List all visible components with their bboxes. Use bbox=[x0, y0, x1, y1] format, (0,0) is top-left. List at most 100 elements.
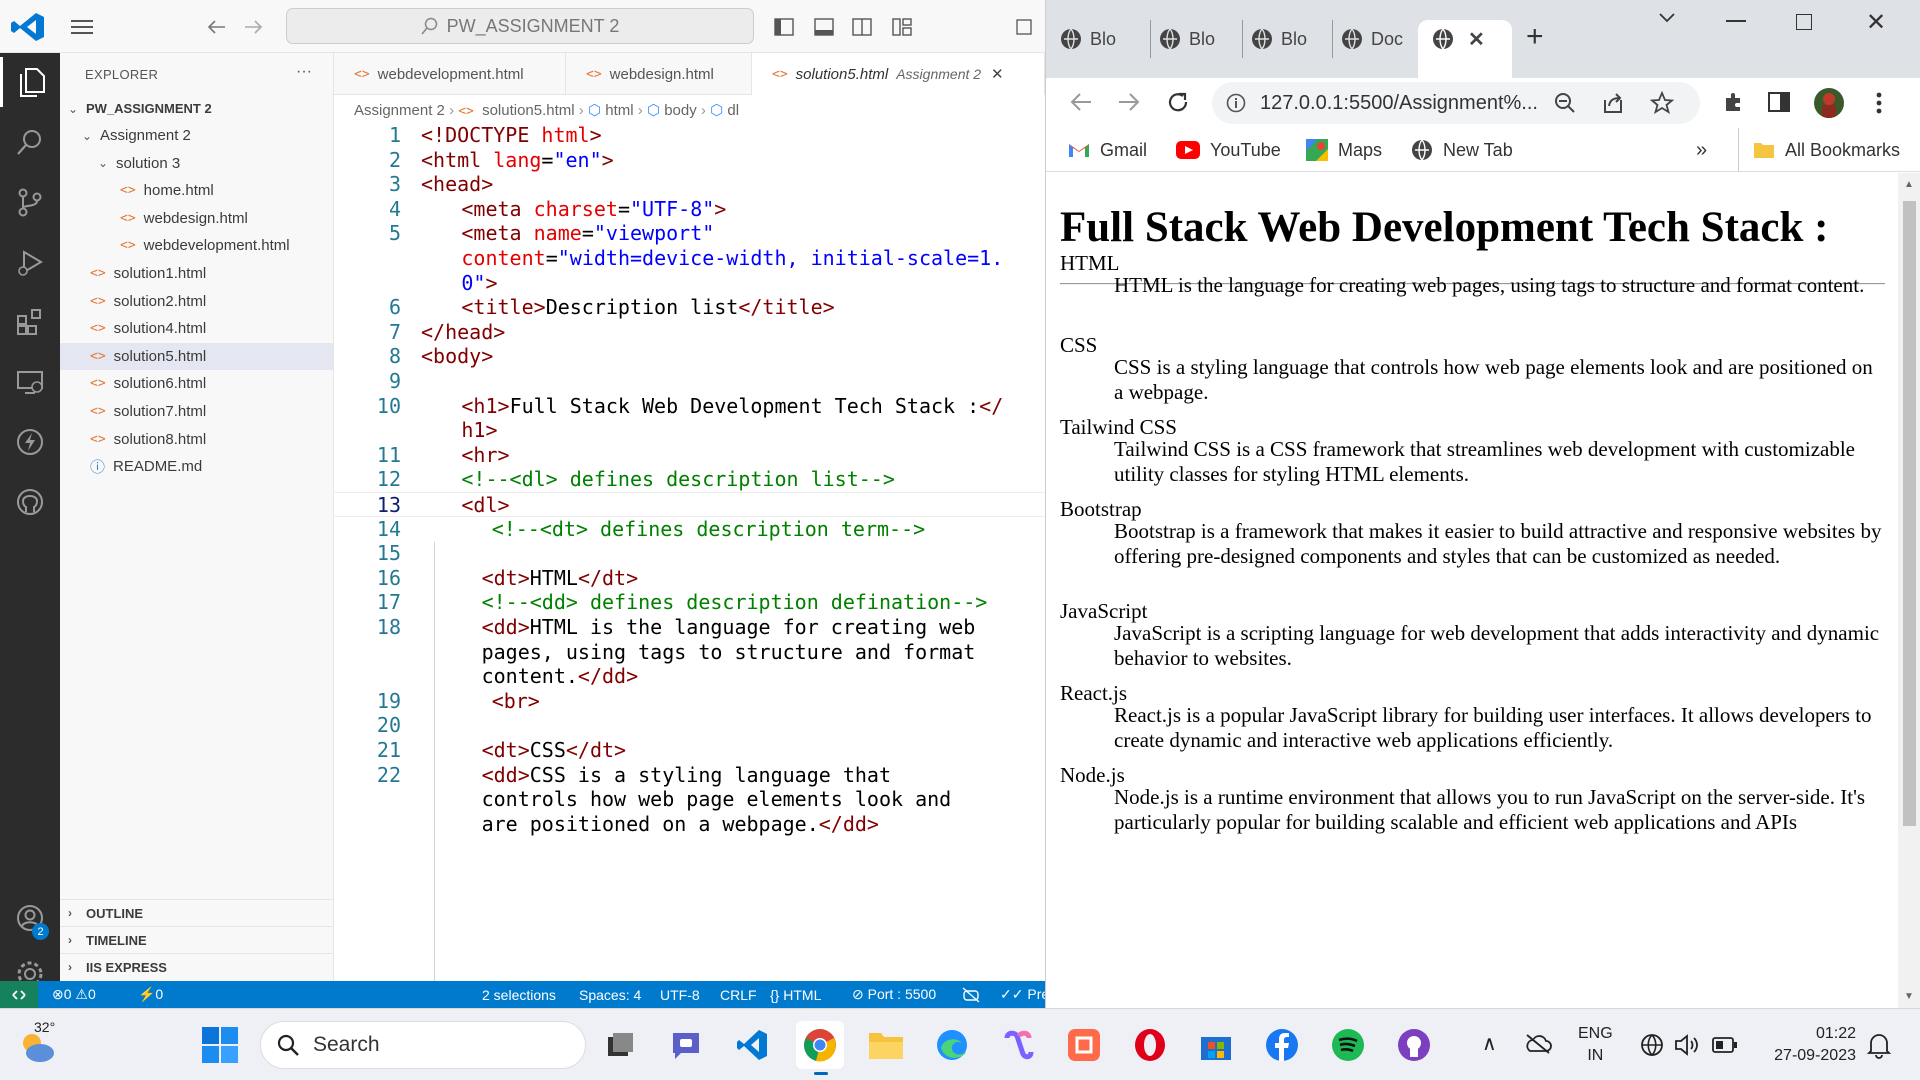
breadcrumb-item[interactable]: html bbox=[605, 102, 633, 119]
file-row[interactable]: <> webdevelopment.html bbox=[60, 232, 333, 259]
tab-webdesign[interactable]: <> webdesign.html bbox=[566, 53, 752, 95]
code-line[interactable]: 7 </head> bbox=[334, 320, 1045, 345]
github-desktop-icon[interactable] bbox=[1390, 1021, 1438, 1069]
ports-status[interactable]: ⚡0 bbox=[138, 981, 163, 1008]
opera-icon[interactable] bbox=[1126, 1021, 1174, 1069]
tab-webdevelopment[interactable]: <> webdevelopment.html bbox=[334, 53, 566, 95]
thunder-client-icon[interactable] bbox=[0, 417, 60, 467]
indentation-status[interactable]: Spaces: 4 bbox=[579, 981, 641, 1008]
run-debug-icon[interactable] bbox=[0, 237, 60, 287]
bookmark-maps[interactable]: Maps bbox=[1306, 128, 1382, 172]
remote-explorer-icon[interactable] bbox=[0, 357, 60, 407]
bookmark-star-icon[interactable] bbox=[1650, 91, 1674, 115]
share-icon[interactable] bbox=[1602, 92, 1624, 114]
scrollbar-thumb[interactable] bbox=[1903, 201, 1916, 826]
extensions-puzzle-icon[interactable] bbox=[1722, 90, 1746, 114]
code-line[interactable]: 12 <!--<dl> defines description list--> bbox=[334, 467, 1045, 492]
bookmark-new-tab[interactable]: New Tab bbox=[1411, 128, 1513, 172]
maximize-icon[interactable] bbox=[1796, 14, 1812, 30]
code-line[interactable]: h1> bbox=[334, 418, 1045, 443]
code-line[interactable]: 10 <h1>Full Stack Web Development Tech St… bbox=[334, 394, 1045, 419]
battery-icon[interactable] bbox=[1712, 1037, 1738, 1053]
command-center-search[interactable]: PW_ASSIGNMENT 2 bbox=[286, 8, 754, 44]
file-row[interactable]: <> solution6.html bbox=[60, 370, 333, 397]
breadcrumb-item[interactable]: solution5.html bbox=[482, 102, 575, 119]
eol-status[interactable]: CRLF bbox=[720, 981, 757, 1008]
vscode-taskbar-icon[interactable] bbox=[728, 1021, 776, 1069]
zoom-icon[interactable] bbox=[1554, 92, 1576, 114]
tray-overflow-button[interactable]: ∧ bbox=[1482, 1031, 1497, 1056]
language-mode-status[interactable]: {} HTML bbox=[770, 981, 821, 1008]
file-row[interactable]: <> solution7.html bbox=[60, 398, 333, 425]
iis-express-section[interactable]: › IIS EXPRESS bbox=[60, 953, 333, 980]
spotify-icon[interactable] bbox=[1324, 1021, 1372, 1069]
all-bookmarks-button[interactable]: All Bookmarks bbox=[1738, 128, 1900, 172]
tab-search-chevron-icon[interactable] bbox=[1658, 12, 1676, 24]
reload-icon[interactable] bbox=[1166, 90, 1190, 114]
code-line[interactable]: 14 <!--<dt> defines description term--> bbox=[334, 517, 1045, 542]
browser-tab[interactable]: Blo bbox=[1060, 20, 1140, 58]
prettier-status[interactable]: ✓✓ Pre bbox=[1000, 981, 1045, 1008]
code-line[interactable]: controls how web page elements look and bbox=[334, 787, 1045, 812]
address-bar[interactable]: 127.0.0.1:5500/Assignment%... bbox=[1212, 82, 1700, 124]
forward-icon[interactable] bbox=[1118, 92, 1140, 112]
forward-arrow-icon[interactable] bbox=[240, 14, 268, 40]
folder-row[interactable]: ⌄ solution 3 bbox=[60, 150, 333, 177]
microsoft-store-icon[interactable] bbox=[1192, 1021, 1240, 1069]
code-line[interactable]: 20 bbox=[334, 713, 1045, 738]
chrome-taskbar-icon[interactable] bbox=[796, 1021, 844, 1075]
bookmark-gmail[interactable]: Gmail bbox=[1068, 128, 1147, 172]
root-folder-row[interactable]: ⌄ PW_ASSIGNMENT 2 bbox=[60, 95, 333, 122]
task-view-icon[interactable] bbox=[596, 1021, 644, 1069]
weather-widget[interactable]: 32° bbox=[14, 1019, 60, 1069]
code-line[interactable]: pages, using tags to structure and forma… bbox=[334, 640, 1045, 665]
code-line[interactable]: 11 <hr> bbox=[334, 443, 1045, 468]
side-panel-icon[interactable] bbox=[1768, 92, 1790, 112]
folder-row[interactable]: ⌄ Assignment 2 bbox=[60, 122, 333, 149]
code-line[interactable]: 8 <body> bbox=[334, 344, 1045, 369]
file-row[interactable]: ⓘ README.md bbox=[60, 453, 333, 480]
facebook-icon[interactable] bbox=[1258, 1021, 1306, 1069]
code-line[interactable]: 2 <html lang="en"> bbox=[334, 148, 1045, 173]
code-line[interactable]: 19 <br> bbox=[334, 689, 1045, 714]
github-icon[interactable] bbox=[0, 477, 60, 527]
teams-chat-icon[interactable] bbox=[662, 1021, 710, 1069]
toggle-panel-icon[interactable] bbox=[810, 14, 838, 40]
problems-status[interactable]: ⊗0 ⚠0 bbox=[52, 981, 96, 1008]
code-line[interactable]: 18 <dd>HTML is the language for creating … bbox=[334, 615, 1045, 640]
office-app-icon[interactable] bbox=[1060, 1021, 1108, 1069]
close-window-icon[interactable]: ✕ bbox=[1866, 8, 1886, 37]
code-line[interactable]: 17 <!--<dd> defines description definatio… bbox=[334, 590, 1045, 615]
browser-tab[interactable]: Blo bbox=[1242, 20, 1322, 58]
back-icon[interactable] bbox=[1070, 92, 1092, 112]
close-tab-icon[interactable]: ✕ bbox=[991, 65, 1004, 83]
close-tab-icon[interactable]: ✕ bbox=[1468, 27, 1485, 52]
accounts-icon[interactable]: 2 bbox=[0, 893, 60, 943]
page-scrollbar[interactable]: ▲ ▼ bbox=[1898, 173, 1920, 1008]
extensions-icon[interactable] bbox=[0, 297, 60, 347]
breadcrumb-item[interactable]: Assignment 2 bbox=[354, 102, 445, 119]
search-icon[interactable] bbox=[0, 117, 60, 167]
code-line[interactable]: 9 bbox=[334, 369, 1045, 394]
tab-solution5[interactable]: <> solution5.html Assignment 2 ✕ bbox=[752, 53, 1045, 95]
timeline-section[interactable]: › TIMELINE bbox=[60, 926, 333, 953]
more-bookmarks-button[interactable]: » bbox=[1696, 128, 1707, 172]
code-line[interactable]: content.</dd> bbox=[334, 664, 1045, 689]
selections-status[interactable]: 2 selections bbox=[482, 981, 556, 1008]
code-line[interactable]: 13 <dl> bbox=[334, 492, 1045, 517]
code-line[interactable]: 15 bbox=[334, 541, 1045, 566]
breadcrumb-item[interactable]: body bbox=[664, 102, 697, 119]
explorer-icon[interactable] bbox=[0, 57, 60, 107]
file-row[interactable]: <> solution1.html bbox=[60, 260, 333, 287]
profile-avatar[interactable] bbox=[1814, 88, 1844, 118]
copilot-off-icon[interactable] bbox=[962, 981, 980, 1008]
code-line[interactable]: 6 <title>Description list</title> bbox=[334, 295, 1045, 320]
explorer-more-button[interactable]: ··· bbox=[296, 63, 312, 81]
code-line[interactable]: 5 <meta name="viewport" bbox=[334, 221, 1045, 246]
browser-tab[interactable]: Doc bbox=[1332, 20, 1412, 58]
outline-section[interactable]: › OUTLINE bbox=[60, 899, 333, 926]
file-row[interactable]: <> home.html bbox=[60, 177, 333, 204]
network-globe-icon[interactable] bbox=[1640, 1033, 1664, 1057]
code-line[interactable]: 21 <dt>CSS</dt> bbox=[334, 738, 1045, 763]
code-line[interactable]: 3 <head> bbox=[334, 172, 1045, 197]
